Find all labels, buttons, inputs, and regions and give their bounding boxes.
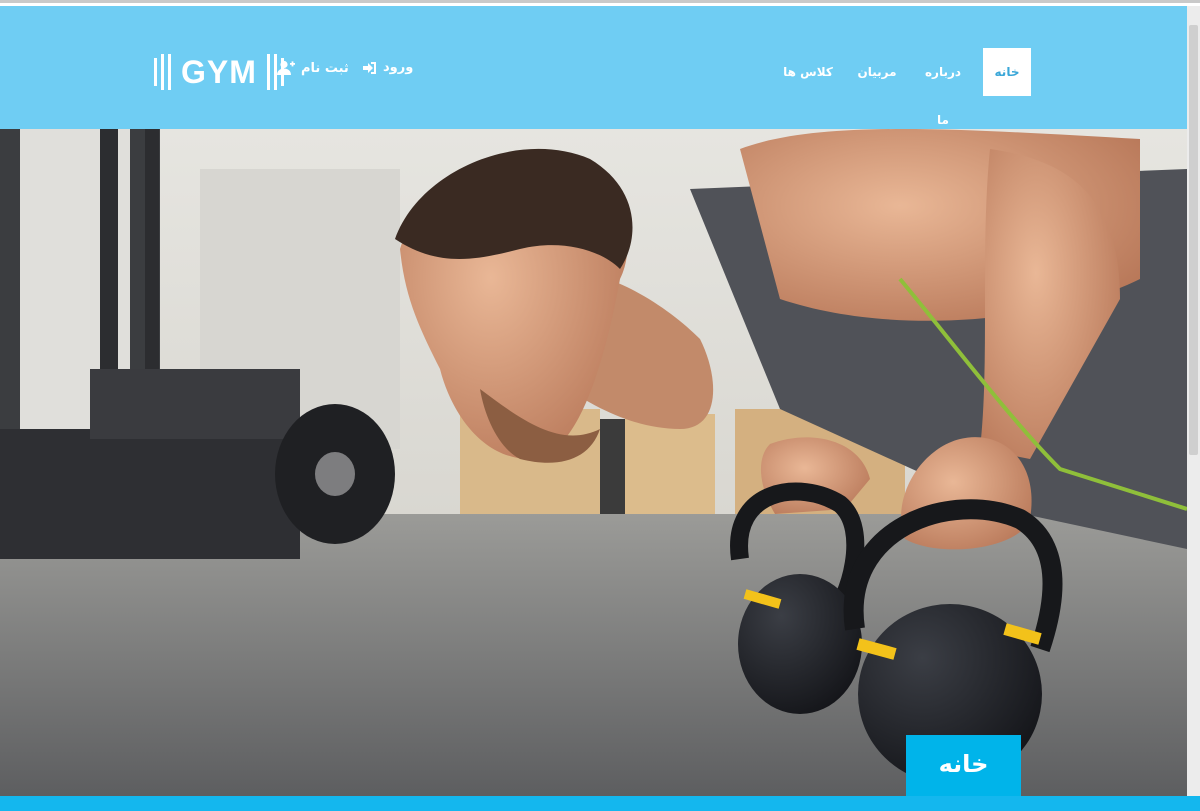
hero-banner (0, 129, 1187, 796)
site-navbar: GYM ثبت نام ورود کلاس ها مربیان درباره م… (0, 6, 1187, 129)
user-plus-icon (277, 60, 295, 76)
sign-in-icon (363, 61, 377, 75)
login-label: ورود (383, 60, 414, 75)
browser-viewport: GYM ثبت نام ورود کلاس ها مربیان درباره م… (0, 0, 1200, 811)
signup-label: ثبت نام (301, 60, 349, 76)
logo-text: GYM (181, 54, 257, 90)
signup-link[interactable]: ثبت نام (277, 60, 349, 76)
logo-bars-left (154, 54, 171, 90)
gym-logo[interactable]: GYM (154, 53, 284, 91)
nav-item-about[interactable]: درباره ما (918, 48, 968, 127)
bottom-accent-bar (0, 796, 1200, 811)
login-link[interactable]: ورود (363, 60, 413, 75)
hero-section-label: خانه (906, 735, 1021, 797)
hero-photo (0, 129, 1187, 796)
nav-item-classes[interactable]: کلاس ها (782, 48, 834, 96)
nav-item-trainers[interactable]: مربیان (853, 48, 901, 96)
scrollbar-thumb[interactable] (1189, 25, 1198, 455)
nav-item-home[interactable]: خانه (983, 48, 1031, 96)
